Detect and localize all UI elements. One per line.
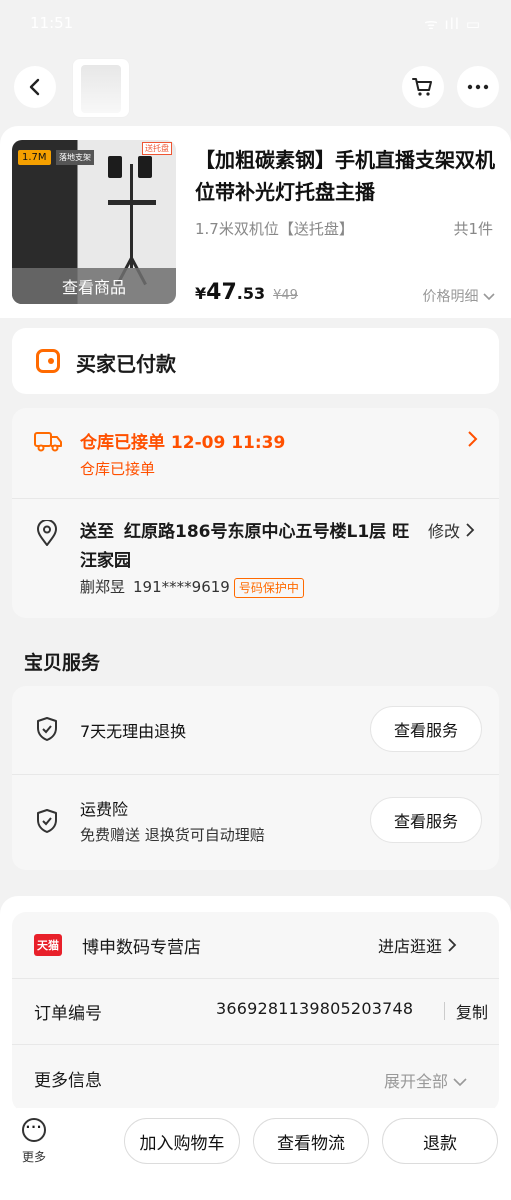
- price-row: ¥47.53 ¥49: [195, 280, 298, 305]
- chevron-right-icon[interactable]: [466, 430, 478, 448]
- cart-button[interactable]: [402, 66, 444, 108]
- location-pin-icon: [36, 520, 58, 546]
- shield-check-icon: [37, 809, 57, 833]
- visit-shop-label: 进店逛逛: [378, 937, 443, 956]
- status-bar: 11:51 ᯤ ıll ▭: [0, 0, 511, 46]
- tmall-logo: 天猫: [34, 934, 62, 956]
- thumbnail-image: [81, 65, 121, 113]
- divider: [12, 978, 499, 979]
- recipient-name: 蒯郑昱: [80, 578, 126, 596]
- product-thumbnail[interactable]: [72, 58, 130, 118]
- recipient-phone: 191****9619: [133, 578, 230, 596]
- shield-check-icon: [37, 717, 57, 741]
- view-service-button[interactable]: 查看服务: [370, 706, 482, 752]
- top-nav: [0, 58, 511, 122]
- view-service-button[interactable]: 查看服务: [370, 797, 482, 843]
- truck-icon: [34, 432, 62, 452]
- address-text: 红原路186号东原中心五号楼L1层 旺汪家园: [80, 522, 410, 571]
- more-info-label: 更多信息: [34, 1071, 102, 1091]
- order-status-card: 买家已付款: [12, 328, 499, 394]
- status-time: 11:51: [30, 14, 74, 32]
- order-number: 3669281139805203748: [216, 999, 414, 1018]
- service-title: 7天无理由退换: [80, 722, 187, 741]
- image-badge: 1.7M: [18, 150, 51, 165]
- chevron-right-icon: [448, 938, 457, 952]
- image-badge-secondary: 落地支架: [56, 150, 94, 165]
- stand-phone-right: [138, 156, 152, 178]
- chevron-down-icon: [483, 293, 495, 301]
- logistics-card: 仓库已接单 12-09 11:39 仓库已接单 送至 红原路186号东原中心五号楼…: [12, 408, 499, 618]
- service-title: 运费险: [80, 800, 129, 819]
- price-detail-button[interactable]: 价格明细: [423, 286, 495, 306]
- product-spec: 1.7米双机位【送托盘】: [195, 220, 354, 238]
- back-button[interactable]: [14, 66, 56, 108]
- image-gift-tag: 送托盘: [142, 142, 172, 155]
- view-product-label[interactable]: 查看商品: [12, 268, 176, 304]
- more-horizontal-icon: [467, 84, 489, 90]
- paid-status-icon: [36, 349, 60, 373]
- service-subtitle: 免费赠送 退换货可自动理赔: [80, 826, 265, 844]
- recipient-contact: 蒯郑昱 191****9619 号码保护中: [80, 576, 304, 598]
- chevron-left-icon: [29, 78, 40, 96]
- order-status-text: 买家已付款: [76, 352, 176, 376]
- cart-icon: [412, 78, 432, 96]
- product-title[interactable]: 【加粗碳素钢】手机直播支架双机位带补光灯托盘主播: [195, 144, 500, 208]
- order-number-label: 订单编号: [34, 1004, 102, 1024]
- divider: [12, 774, 499, 775]
- chevron-down-icon: [453, 1078, 467, 1087]
- divider: [12, 1044, 499, 1045]
- services-card: 7天无理由退换 查看服务 运费险 免费赠送 退换货可自动理赔 查看服务: [12, 686, 499, 870]
- more-dots-icon: ···: [22, 1118, 46, 1142]
- chevron-right-icon: [466, 523, 475, 537]
- status-icons: ᯤ ıll ▭: [424, 15, 481, 33]
- privacy-badge: 号码保护中: [233, 578, 304, 598]
- price-detail-label: 价格明细: [422, 289, 479, 305]
- view-logistics-button[interactable]: 查看物流: [253, 1118, 369, 1164]
- add-to-cart-button[interactable]: 加入购物车: [124, 1118, 240, 1164]
- bottom-action-bar: ··· 更多 加入购物车 查看物流 退款: [0, 1108, 511, 1200]
- price-decimal: .53: [236, 284, 266, 303]
- shop-name[interactable]: 博申数码专营店: [82, 933, 201, 958]
- expand-all-button[interactable]: 展开全部: [384, 1068, 467, 1092]
- copy-button[interactable]: 复制: [456, 999, 488, 1023]
- logistics-title[interactable]: 仓库已接单 12-09 11:39: [80, 428, 285, 453]
- modify-address-button[interactable]: 修改: [428, 518, 475, 542]
- refund-button[interactable]: 退款: [382, 1118, 498, 1164]
- modify-label: 修改: [428, 522, 461, 541]
- divider: [12, 498, 499, 499]
- logistics-subtitle: 仓库已接单: [80, 460, 156, 478]
- price-currency: ¥: [195, 284, 207, 303]
- visit-shop-button[interactable]: 进店逛逛: [378, 933, 457, 957]
- price-original: ¥49: [273, 288, 298, 303]
- product-quantity: 共1件: [453, 220, 493, 238]
- product-card: 1.7M 落地支架 送托盘 查看商品 【加粗碳素钢】手机直播支架双机位带补光灯托…: [0, 126, 511, 318]
- more-button[interactable]: ··· 更多: [12, 1118, 56, 1168]
- shop-card: 天猫 博申数码专营店 进店逛逛 订单编号 3669281139805203748…: [12, 912, 499, 1112]
- delivery-address[interactable]: 送至 红原路186号东原中心五号楼L1层 旺汪家园: [80, 518, 420, 576]
- more-options-button[interactable]: [457, 66, 499, 108]
- price-integer: 47: [206, 280, 237, 305]
- stand-phone-left: [108, 156, 122, 178]
- divider: [444, 1002, 445, 1020]
- expand-all-label: 展开全部: [384, 1072, 449, 1091]
- stand-pole: [130, 164, 133, 268]
- services-section-title: 宝贝服务: [24, 652, 101, 674]
- more-label: 更多: [21, 1150, 46, 1164]
- product-image[interactable]: 1.7M 落地支架 送托盘 查看商品: [12, 140, 176, 304]
- stand-tray: [108, 200, 156, 205]
- address-label: 送至: [80, 522, 114, 542]
